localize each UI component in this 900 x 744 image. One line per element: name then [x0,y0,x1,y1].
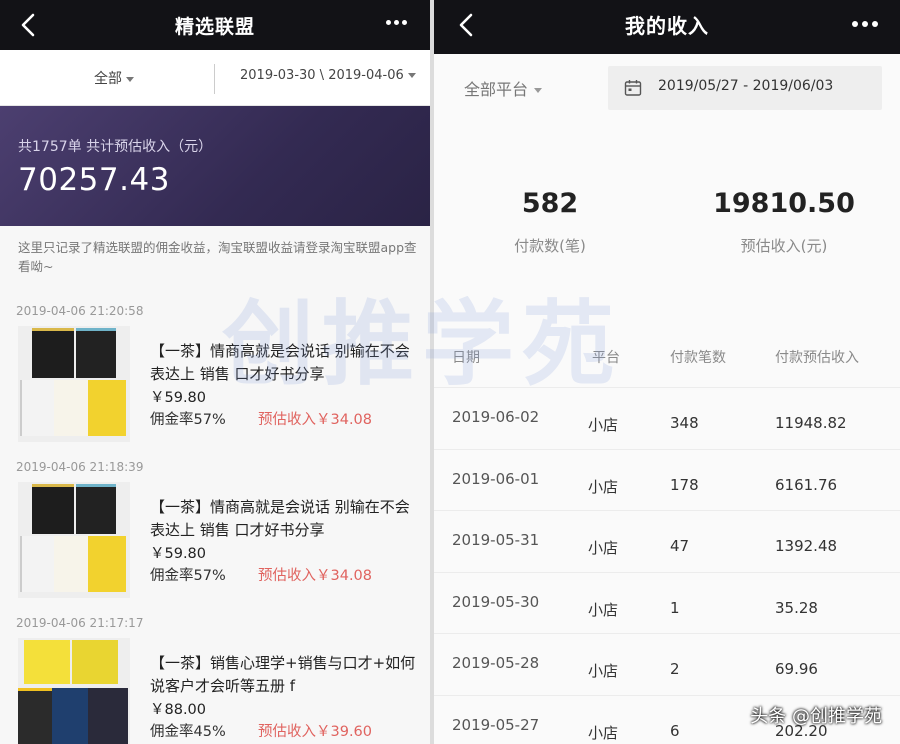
order-item[interactable]: 2019-04-06 21:18:39 【一茶】情商高就是会说话 别输在不会表达… [0,460,430,618]
stat-label: 预估收入(元) [740,237,828,255]
divider [214,64,215,94]
top-nav-bar: 精选联盟 [0,0,430,50]
total-estimated-income: 70257.43 [18,162,170,198]
column-header-platform: 平台 [592,350,620,366]
cell-date: 2019-05-28 [452,654,540,672]
cell-date: 2019-06-01 [452,469,540,488]
cell-platform: 小店 [588,477,619,496]
estimated-income-stat: 19810.50 预估收入(元) [704,188,864,256]
estimated-income: 预估收入￥39.60 [258,724,373,740]
date-range-picker[interactable]: 2019/05/27 - 2019/06/03 [608,66,882,110]
date-range-label: 2019-03-30 \ 2019-04-06 [240,68,404,83]
summary-label: 共1757单 共计预估收入（元） [18,139,213,155]
product-title: 【一茶】销售心理学+销售与口才+如何说客户才会听等五册 f [150,654,416,695]
top-nav-bar: 我的收入 [434,0,900,54]
cell-count: 6 [670,721,680,740]
product-thumbnail [18,326,130,442]
cell-platform: 小店 [588,600,619,619]
income-table: 日期 平台 付款笔数 付款预估收入 2019-06-02 小店 348 1194… [434,326,900,744]
cell-count: 178 [670,475,699,494]
info-note: 这里只记录了精选联盟的佣金收益，淘宝联盟收益请登录淘宝联盟app查看呦~ [18,240,417,274]
table-row[interactable]: 2019-06-02 小店 348 11948.82 [434,388,900,450]
cell-count: 1 [670,598,680,617]
stat-value: 19810.50 [713,188,855,219]
product-thumbnail [18,638,130,744]
commission-rate: 佣金率57% [150,568,226,584]
column-header-count: 付款笔数 [670,350,726,366]
table-header: 日期 平台 付款笔数 付款预估收入 [434,326,900,388]
cell-income: 11948.82 [775,414,847,432]
my-income-screen: 我的收入 全部平台 2019/05/27 - 2019/06/03 582 付款… [434,0,900,744]
table-row[interactable]: 2019-05-28 小店 2 69.96 [434,634,900,696]
cell-date: 2019-06-02 [452,408,540,426]
product-price: ￥59.80 [150,390,207,406]
caret-down-icon [534,88,543,93]
cell-income: 35.28 [775,598,818,617]
column-header-date: 日期 [452,350,480,366]
order-time: 2019-04-06 21:17:17 [16,616,144,630]
ellipsis-icon[interactable] [386,20,408,28]
cell-date: 2019-05-27 [452,715,540,734]
cell-date: 2019-05-31 [452,531,540,549]
cell-date: 2019-05-30 [452,592,540,611]
stat-label: 付款数(笔) [514,237,586,255]
product-thumbnail [18,482,130,598]
alliance-income-screen: 精选联盟 全部 2019-03-30 \ 2019-04-06 共1757单 共… [0,0,430,744]
platform-label: 全部平台 [464,80,529,99]
order-item[interactable]: 2019-04-06 21:20:58 【一茶】情商高就是会说话 别输在不会表达… [0,304,430,462]
date-range-label: 2019/05/27 - 2019/06/03 [658,78,834,94]
product-title: 【一茶】情商高就是会说话 别输在不会表达上 销售 口才好书分享 [150,342,410,383]
cell-income: 69.96 [775,660,818,678]
calendar-icon [624,80,642,96]
category-label: 全部 [94,71,122,87]
product-title: 【一茶】情商高就是会说话 别输在不会表达上 销售 口才好书分享 [150,498,410,539]
source-credit: 头条 @创推学苑 [750,706,882,727]
estimated-income: 预估收入￥34.08 [258,568,373,584]
table-row[interactable]: 2019-06-01 小店 178 6161.76 [434,450,900,511]
page-title: 我的收入 [625,14,709,38]
date-range-dropdown[interactable]: 2019-03-30 \ 2019-04-06 [240,68,416,83]
cell-count: 348 [670,414,699,432]
page-title: 精选联盟 [174,16,255,38]
product-price: ￥88.00 [150,702,207,718]
order-time: 2019-04-06 21:18:39 [16,460,144,474]
cell-platform: 小店 [588,416,619,434]
cell-count: 47 [670,537,690,555]
cell-income: 6161.76 [775,475,838,494]
cell-platform: 小店 [588,723,619,742]
cell-platform: 小店 [588,539,619,557]
caret-down-icon [126,76,134,82]
filter-bar: 全部 2019-03-30 \ 2019-04-06 [0,50,430,106]
stat-value: 582 [521,188,579,219]
commission-rate: 佣金率57% [150,412,226,428]
filter-bar: 全部平台 2019/05/27 - 2019/06/03 [434,54,900,124]
cell-count: 2 [670,660,680,678]
estimated-income: 预估收入￥34.08 [258,412,373,428]
category-dropdown[interactable]: 全部 [94,68,134,88]
payment-count-stat: 582 付款数(笔) [490,188,610,256]
cell-income: 1392.48 [775,537,838,555]
commission-rate: 佣金率45% [150,724,226,740]
ellipsis-icon[interactable] [852,21,878,29]
income-summary-card: 共1757单 共计预估收入（元） 70257.43 [0,106,430,226]
table-row[interactable]: 2019-05-30 小店 1 35.28 [434,573,900,634]
order-item[interactable]: 2019-04-06 21:17:17 【一茶】销售心理学+销售与口才+如何说客… [0,616,430,744]
table-row[interactable]: 2019-05-31 小店 47 1392.48 [434,511,900,573]
column-header-income: 付款预估收入 [775,350,859,366]
product-price: ￥59.80 [150,546,207,562]
order-time: 2019-04-06 21:20:58 [16,304,144,318]
caret-down-icon [407,73,416,78]
platform-dropdown[interactable]: 全部平台 [464,76,543,100]
cell-platform: 小店 [588,662,619,680]
